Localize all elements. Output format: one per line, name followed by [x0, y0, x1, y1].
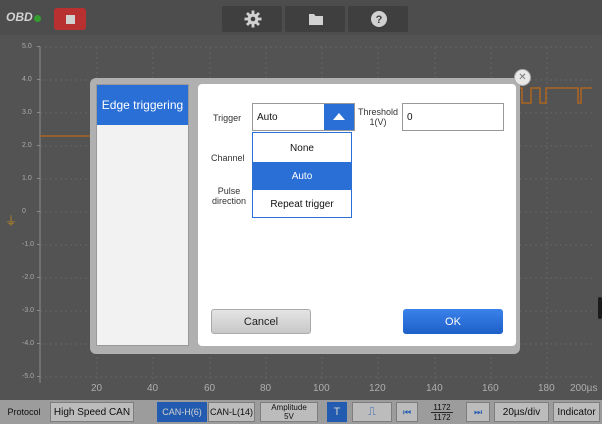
option-auto[interactable]: Auto: [253, 162, 351, 190]
ok-button[interactable]: OK: [403, 309, 503, 334]
cancel-button[interactable]: Cancel: [211, 309, 311, 334]
option-repeat-trigger[interactable]: Repeat trigger: [253, 190, 351, 218]
option-none[interactable]: None: [253, 134, 351, 162]
threshold-value: 0: [407, 112, 413, 123]
chevron-up-icon: [333, 113, 345, 120]
channel-label: Channel: [211, 153, 245, 163]
trigger-label: Trigger: [213, 113, 242, 123]
dropdown-toggle[interactable]: [324, 104, 354, 130]
threshold-input[interactable]: 0: [402, 103, 504, 131]
dialog-sidebar: Edge triggering: [96, 84, 189, 346]
close-icon[interactable]: ✕: [514, 69, 531, 86]
trigger-value: Auto: [257, 112, 278, 123]
pulse-direction-label: Pulse direction: [211, 186, 247, 206]
threshold-label: Threshold 1(V): [357, 107, 399, 127]
trigger-select[interactable]: Auto: [252, 103, 355, 131]
trigger-dropdown-menu: None Auto Repeat trigger: [252, 132, 352, 218]
tab-edge-triggering[interactable]: Edge triggering: [97, 85, 188, 125]
